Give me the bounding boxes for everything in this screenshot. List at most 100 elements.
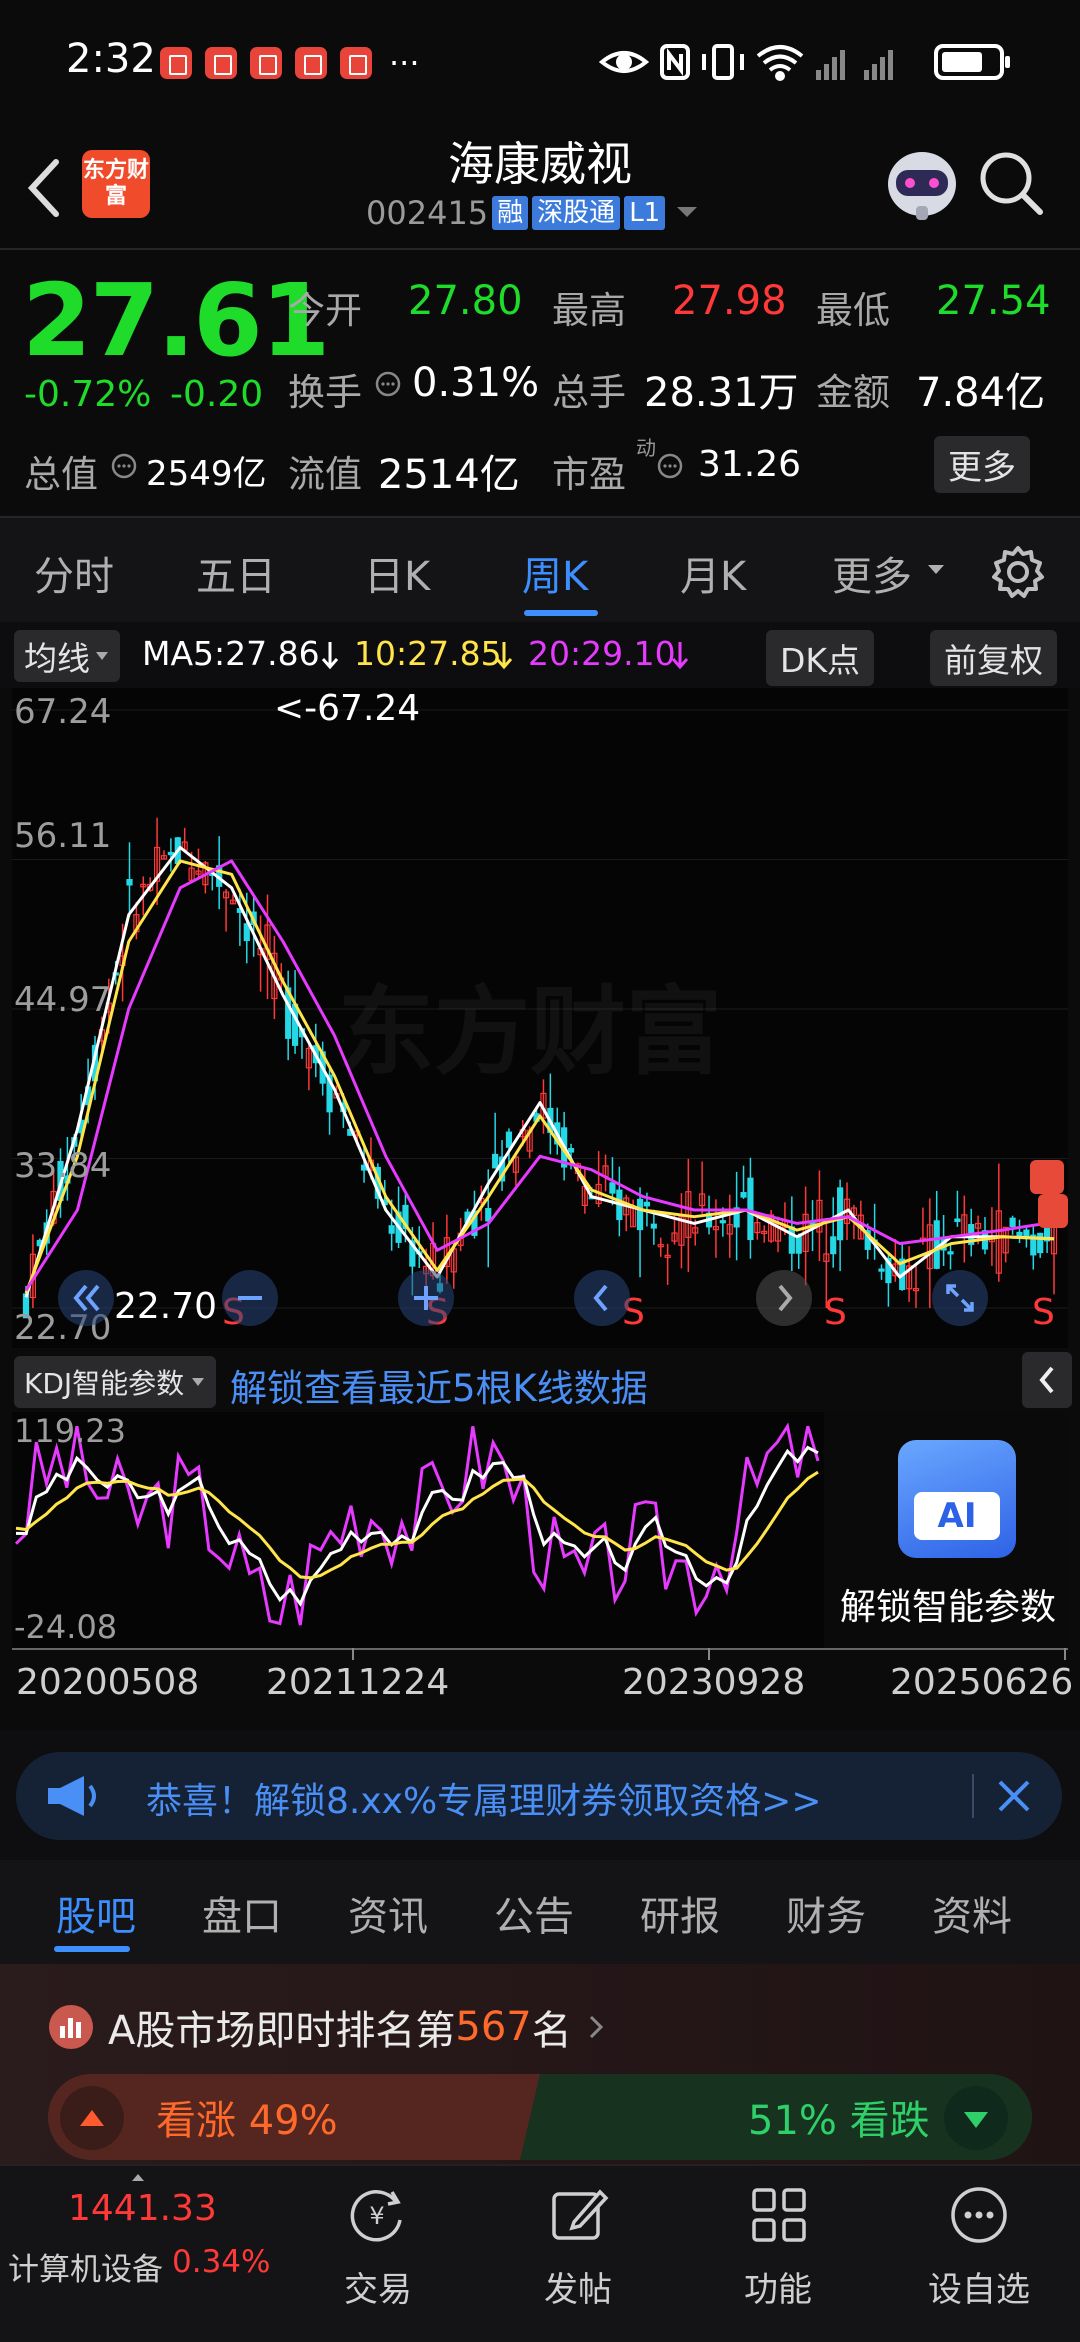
bearish-button[interactable] — [944, 2086, 1008, 2150]
nav-watchlist[interactable]: 设自选 — [906, 2262, 1052, 2311]
info-icon[interactable] — [374, 370, 402, 398]
tab-weekly-k[interactable]: 周K — [522, 544, 588, 602]
y-label-3: 44.97 — [14, 980, 112, 1020]
search-icon[interactable] — [976, 148, 1046, 218]
bullish-label[interactable]: 看涨 49% — [156, 2088, 338, 2146]
candle-body — [878, 1268, 885, 1272]
scroll-left-icon[interactable] — [572, 1268, 632, 1328]
ma20-value: 20:29.10 — [528, 634, 676, 673]
tab-forum[interactable]: 股吧 — [56, 1884, 136, 1942]
tab-more[interactable]: 更多 — [832, 544, 912, 602]
arrow-down-icon — [321, 642, 339, 670]
candle-body — [609, 1182, 616, 1194]
ranking-prefix: A股市场即时排名第 — [108, 2008, 456, 2054]
zoom-in-icon[interactable] — [396, 1268, 456, 1328]
info-icon[interactable] — [110, 452, 138, 480]
bottom-nav: 1441.33 计算机设备 0.34% ¥ 交易 发帖 功能 设自选 — [0, 2164, 1080, 2342]
trade-icon[interactable]: ¥ — [346, 2184, 408, 2246]
ai-icon[interactable]: AI — [898, 1440, 1016, 1558]
tab-daily-k[interactable]: 日K — [364, 544, 430, 602]
open-label: 今开 — [288, 289, 362, 332]
forward-adjust-button[interactable]: 前复权 — [930, 630, 1057, 686]
kdj-y-top: 119.23 — [14, 1412, 126, 1450]
index-value[interactable]: 1441.33 — [68, 2188, 217, 2229]
grid-icon[interactable] — [748, 2184, 810, 2246]
kdj-unlock-link[interactable]: 解锁查看最近5根K线数据 — [230, 1358, 648, 1412]
bearish-label[interactable]: 51% 看跌 — [748, 2088, 930, 2146]
gear-icon[interactable] — [990, 544, 1046, 600]
close-icon[interactable] — [994, 1776, 1034, 1816]
ranking-icon — [49, 2005, 93, 2049]
more-notifications: ··· — [389, 44, 420, 82]
sell-signal: S — [1032, 1292, 1055, 1333]
section-tabs: 股吧 盘口 资讯 公告 研报 财务 资料 — [0, 1860, 1080, 1964]
y-label-2: 56.11 — [14, 816, 112, 856]
fullscreen-icon[interactable] — [930, 1268, 990, 1328]
date-label: 20230928 — [622, 1662, 806, 1703]
nav-trade[interactable]: 交易 — [318, 2262, 438, 2311]
ma-selector-label: 均线 — [24, 639, 90, 678]
volume-label: 总手 — [552, 371, 626, 414]
ai-unlock-panel[interactable]: AI 解锁智能参数 — [824, 1412, 1068, 1648]
promo-banner[interactable]: 恭喜！解锁8.xx%专属理财券领取资格>> — [16, 1752, 1062, 1840]
tab-profile[interactable]: 资料 — [932, 1884, 1012, 1942]
candle-body — [788, 1226, 795, 1254]
kdj-selector[interactable]: KDJ智能参数 — [14, 1356, 217, 1408]
more-dots-icon[interactable] — [948, 2184, 1010, 2246]
kdj-chart[interactable]: 119.23 -24.08 AI 解锁智能参数 — [12, 1412, 1068, 1648]
candle-body — [947, 1251, 954, 1255]
caret-down-icon — [928, 565, 944, 574]
signal-flag-icon[interactable] — [1028, 1158, 1068, 1234]
caret-down-icon — [96, 652, 108, 660]
tab-intraday[interactable]: 分时 — [34, 544, 114, 602]
info-icon[interactable] — [656, 452, 684, 480]
compose-icon[interactable] — [548, 2184, 610, 2246]
status-time: 2:32 — [66, 36, 156, 82]
candle-body — [1037, 1232, 1044, 1254]
pe-label: 市盈 — [552, 453, 626, 496]
ranking-number: 567 — [455, 2004, 532, 2050]
candle-body — [505, 1131, 513, 1148]
promo-text[interactable]: 恭喜！解锁8.xx%专属理财券领取资格>> — [146, 1772, 822, 1824]
kline-chart[interactable]: 东方财富 67.24 56.11 44.97 33.84 22.70 <-67.… — [12, 688, 1068, 1348]
scroll-left-fast-icon[interactable] — [56, 1268, 116, 1328]
date-label: 20211224 — [266, 1662, 450, 1703]
axis-tick — [352, 1648, 354, 1660]
nfc-icon — [660, 44, 690, 80]
index-name[interactable]: 计算机设备 — [8, 2244, 163, 2289]
min-price-marker: 22.70 — [114, 1286, 218, 1327]
amount-label: 金额 — [816, 371, 890, 414]
more-quote-button[interactable]: 更多 — [934, 436, 1030, 493]
kdj-header: KDJ智能参数 解锁查看最近5根K线数据 — [0, 1348, 1080, 1412]
system-status-icons — [598, 44, 1010, 81]
scroll-right-icon[interactable] — [754, 1268, 814, 1328]
ai-unlock-label[interactable]: 解锁智能参数 — [840, 1578, 1056, 1630]
tab-news[interactable]: 资讯 — [348, 1884, 428, 1942]
ma-selector[interactable]: 均线 — [14, 630, 120, 682]
nav-post[interactable]: 发帖 — [518, 2262, 638, 2311]
index-change[interactable]: 0.34% — [172, 2244, 270, 2280]
candle-body — [830, 1236, 837, 1255]
dk-point-button[interactable]: DK点 — [766, 630, 875, 686]
candle-body — [740, 1192, 747, 1198]
tab-announcements[interactable]: 公告 — [494, 1884, 574, 1942]
tab-research[interactable]: 研报 — [640, 1884, 720, 1942]
mktcap-value: 2549亿 — [146, 454, 267, 494]
status-bar: 2:32 ··· — [0, 0, 1080, 120]
tab-order-book[interactable]: 盘口 — [202, 1884, 282, 1942]
connect-tag: 深股通 — [532, 196, 621, 230]
nav-functions[interactable]: 功能 — [718, 2262, 838, 2311]
tab-five-day[interactable]: 五日 — [196, 544, 276, 602]
zoom-out-icon[interactable] — [220, 1268, 280, 1328]
high-value: 27.98 — [672, 278, 787, 324]
robot-assistant-icon[interactable] — [880, 142, 964, 226]
candle-body — [636, 1198, 644, 1231]
battery-icon — [934, 44, 1010, 80]
tab-financials[interactable]: 财务 — [786, 1884, 866, 1942]
stock-code-row[interactable]: 002415 融 深股通 L1 — [366, 194, 701, 232]
ranking-text[interactable]: A股市场即时排名第 567 名 — [108, 1998, 606, 2056]
collapse-panel-icon[interactable] — [1022, 1352, 1072, 1408]
mktcap-label: 总值 — [24, 453, 98, 496]
tab-monthly-k[interactable]: 月K — [680, 544, 746, 602]
bullish-button[interactable] — [60, 2086, 124, 2150]
